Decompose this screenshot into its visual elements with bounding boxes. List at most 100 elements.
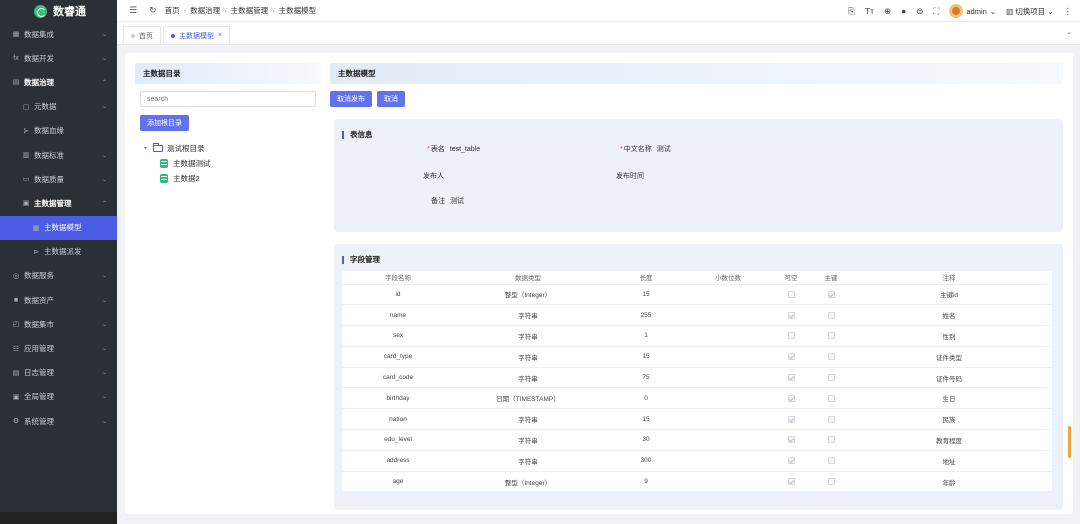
checkbox[interactable] — [827, 436, 835, 444]
checkbox[interactable] — [787, 332, 795, 340]
caret-down-icon[interactable]: ▾ — [144, 145, 150, 152]
top-bar: ☰ ↻ 首页 › 数据治理 › 主数据管理 › 主数据模型 ⎘ Tт ⊕ ● ⊜… — [117, 0, 1080, 22]
market-icon: ◰ — [12, 321, 20, 329]
fields-table: 字段名称 数据类型 长度 小数位数 可空 主键 注释 id 整型（Integer） 15 主键id… — [342, 271, 1052, 493]
chevron-down-icon[interactable]: ⌄ — [1066, 28, 1072, 36]
comment-cell: 生日 — [846, 387, 1052, 410]
checkbox[interactable] — [787, 290, 795, 298]
table-row: name 字符串 255 姓名 — [342, 304, 1052, 327]
sidebar-item[interactable]: ▣ 主数据管理 ⌃ — [0, 191, 117, 215]
checkbox[interactable] — [827, 332, 835, 340]
field-label: 表名 — [430, 146, 445, 153]
chevron-down-icon: ⌄ — [101, 104, 107, 111]
sidebar-item[interactable]: ⚙ 系统管理 ⌄ — [0, 409, 117, 433]
tree-node-root[interactable]: ▾ 测试根目录 — [144, 141, 321, 156]
breadcrumb-master-data[interactable]: 主数据管理 — [231, 5, 269, 16]
sidebar-item[interactable]: ⊳ 主数据派发 — [0, 240, 117, 264]
scrollbar-thumb[interactable] — [1068, 426, 1071, 458]
sidebar-item[interactable]: ▭ 数据质量 ⌄ — [0, 167, 117, 191]
tab-master-data-model[interactable]: 主数据模型 × — [163, 26, 231, 44]
checkbox[interactable] — [827, 353, 835, 361]
sidebar-item[interactable]: ◎ 数据服务 ⌄ — [0, 264, 117, 288]
export-icon[interactable]: ⎘ — [848, 6, 855, 17]
sidebar-item[interactable]: ▣ 全局管理 ⌄ — [0, 385, 117, 409]
field-name-cell: id — [342, 284, 454, 306]
checkbox[interactable] — [827, 394, 835, 402]
checkbox[interactable] — [827, 311, 835, 319]
breadcrumb-governance[interactable]: 数据治理 — [190, 5, 220, 16]
sidebar-item[interactable]: ▢ 元数据 ⌄ — [0, 95, 117, 119]
checkbox[interactable] — [787, 353, 795, 361]
fullscreen-icon[interactable]: ⛶ — [933, 6, 939, 17]
decimals-cell — [690, 304, 766, 327]
checkbox[interactable] — [787, 415, 795, 423]
sidebar-item[interactable]: ⊱ 数据血缘 — [0, 119, 117, 143]
tab-home[interactable]: 首页 — [123, 26, 161, 44]
chevron-down-icon: ⌄ — [989, 6, 997, 16]
sidebar-item[interactable]: ■ 数据资产 ⌄ — [0, 288, 117, 312]
checkbox[interactable] — [827, 415, 835, 423]
checkbox[interactable] — [787, 457, 795, 465]
table-row: card_code 字符串 75 证件号码 — [342, 367, 1052, 389]
nullable-cell — [766, 387, 816, 410]
app-logo[interactable]: 数睿通 — [0, 0, 117, 22]
breadcrumb-home[interactable]: 首页 — [165, 5, 180, 16]
checkbox[interactable] — [787, 311, 795, 319]
switch-project-button[interactable]: ▥ 切换项目 ⌄ — [1006, 6, 1053, 17]
checkbox[interactable] — [827, 477, 835, 485]
checkbox[interactable] — [787, 373, 795, 381]
checkbox[interactable] — [827, 290, 835, 298]
table-info-grid: * 表名 test_table * 中文名称 测试 发布人 发布时间 备注 测试 — [342, 144, 1055, 222]
table-row: nation 字符串 15 民族 — [342, 408, 1052, 431]
user-menu[interactable]: admin ⌄ — [949, 4, 996, 18]
checkbox[interactable] — [787, 477, 795, 485]
sidebar-item[interactable]: ▦ 数据集成 ⌄ — [0, 22, 117, 46]
primary-key-cell — [816, 346, 846, 368]
table-row: birthday 日期（TIMESTAMP） 0 生日 — [342, 387, 1052, 410]
unpublish-button[interactable]: 取消发布 — [330, 91, 372, 107]
checkbox[interactable] — [827, 373, 835, 381]
nullable-cell — [766, 346, 816, 368]
data-type-cell: 整型（Integer） — [454, 284, 602, 306]
checkbox[interactable] — [787, 436, 795, 444]
sidebar-item[interactable]: ▤ 数据治理 ⌃ — [0, 70, 117, 94]
length-cell: 300 — [602, 450, 690, 472]
sidebar-item-label: 数据开发 — [24, 53, 54, 63]
settings-icon: ⚙ — [12, 418, 20, 426]
primary-key-cell — [816, 304, 846, 327]
sidebar-item[interactable]: fx 数据开发 ⌄ — [0, 46, 117, 70]
column-header: 注释 — [846, 271, 1052, 285]
github-icon[interactable]: ● — [901, 6, 906, 16]
comment-cell: 民族 — [846, 408, 1052, 431]
sidebar-item[interactable]: ◰ 数据集市 ⌄ — [0, 312, 117, 336]
nullable-cell — [766, 450, 816, 472]
menu-toggle-icon[interactable]: ☰ — [129, 5, 137, 16]
sidebar-item[interactable]: ▤ 日志管理 ⌄ — [0, 361, 117, 385]
sidebar-item[interactable]: ▥ 数据标准 ⌄ — [0, 143, 117, 167]
column-header: 数据类型 — [454, 271, 602, 285]
tree-node-child[interactable]: 主数据测试 — [144, 156, 321, 171]
search-input[interactable] — [147, 95, 315, 103]
field-name-cell: nation — [342, 408, 454, 431]
tabs-bar: 首页 主数据模型 × ⌄ — [117, 22, 1080, 45]
add-root-button[interactable]: 添加根目录 — [140, 115, 189, 131]
checkbox[interactable] — [827, 457, 835, 465]
close-icon[interactable]: × — [218, 32, 222, 39]
tree-node-label: 主数据测试 — [173, 159, 211, 168]
sidebar-item-label: 元数据 — [34, 102, 57, 112]
chevron-down-icon: ⌄ — [101, 418, 107, 425]
more-icon[interactable]: ⋮ — [1064, 6, 1073, 17]
sidebar-item-label: 数据集市 — [24, 319, 54, 329]
cancel-button[interactable]: 取消 — [377, 91, 405, 107]
sidebar-item[interactable]: ☷ 应用管理 ⌄ — [0, 336, 117, 360]
tree-node-child[interactable]: 主数据2 — [144, 171, 321, 186]
language-icon[interactable]: ⊕ — [884, 6, 891, 17]
column-header: 主键 — [816, 271, 846, 285]
theme-icon[interactable]: ⊜ — [916, 6, 923, 17]
checkbox[interactable] — [787, 394, 795, 402]
refresh-icon[interactable]: ↻ — [149, 5, 157, 16]
font-size-icon[interactable]: Tт — [865, 6, 874, 16]
sidebar-item-label: 数据资产 — [24, 295, 54, 305]
sidebar-item[interactable]: ▦ 主数据模型 — [0, 215, 117, 240]
breadcrumb-separator: › — [224, 6, 227, 15]
